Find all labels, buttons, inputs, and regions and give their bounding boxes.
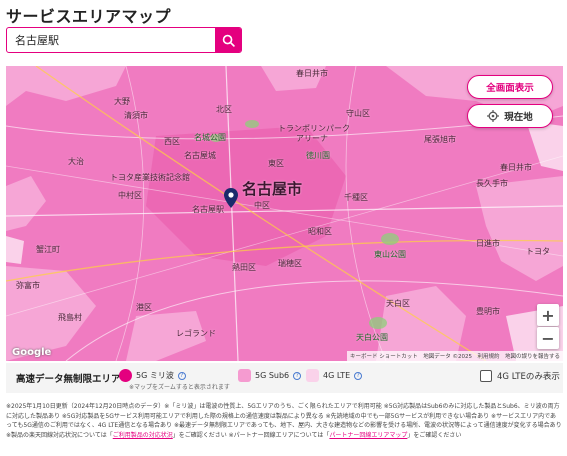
fullscreen-button[interactable]: 全画面表示 [467, 75, 553, 99]
google-logo: Google [12, 347, 52, 358]
search-input[interactable] [7, 28, 215, 52]
map-label-nagoya: 名古屋市 [242, 180, 303, 198]
map-label-yatomi: 弥富市 [16, 281, 40, 290]
map-label-kanie: 蟹江町 [36, 245, 60, 254]
location-pin-icon[interactable] [224, 188, 238, 208]
device-compatibility-link[interactable]: ご利用製品の対応状況 [113, 432, 173, 439]
map-label-nagoya-station: 名古屋駅 [192, 205, 224, 214]
map-label-moriyama: 守山区 [346, 109, 370, 118]
legend-label-5g-mmwave: 5G ミリ波 [136, 371, 174, 380]
map-label-tempaku: 天白区 [386, 299, 410, 308]
notes-text-3: 」をご確認ください [407, 431, 462, 439]
map-label-kasugai-city: 春日井市 [500, 163, 532, 172]
map-label-kita: 北区 [216, 105, 232, 114]
map-label-gyoza: アリーナ [296, 134, 328, 143]
map-label-kasugai: 春日井市 [296, 69, 328, 78]
partner-area-map-link[interactable]: パートナー回線エリアマップ [329, 432, 407, 439]
map-label-nisshin: 日進市 [476, 239, 500, 248]
crosshair-icon [487, 110, 500, 122]
map-label-meijo: 名城公園 [194, 133, 226, 142]
map-label-higashi: 東区 [268, 159, 284, 168]
map-label-naka: 中区 [254, 201, 270, 210]
current-location-label: 現在地 [504, 112, 533, 123]
notes-text-2: 」をご確認ください ※パートナー回線エリアについては「 [172, 431, 330, 439]
map-label-ono: 大野 [114, 97, 130, 106]
map-label-tobishima: 飛島村 [58, 313, 82, 322]
map-label-nakamura: 中村区 [118, 191, 142, 200]
legend-swatch-5g-sub6 [238, 369, 251, 382]
map-label-mizuho: 瑞穂区 [278, 259, 302, 268]
legend-item-5g-mmwave: 5G ミリ波 ? [119, 369, 186, 382]
help-icon[interactable]: ? [177, 371, 186, 380]
map-label-owariasahi: 尾張旭市 [424, 135, 456, 144]
map-label-showa: 昭和区 [308, 227, 332, 236]
map-label-toyota: トヨタ [526, 247, 550, 256]
fullscreen-label: 全画面表示 [486, 83, 534, 94]
legend-item-5g-sub6: 5G Sub6 ? [238, 369, 302, 382]
map-label-higashiyama: 東山公園 [374, 250, 406, 259]
search-icon [222, 34, 235, 47]
legend-swatch-5g-mmwave [119, 369, 132, 382]
map-label-tenpaku-park: 天白公園 [356, 333, 388, 342]
map-label-atsuta: 熱田区 [232, 263, 256, 272]
legend-swatch-4g-lte [306, 369, 319, 382]
search-box [6, 27, 242, 53]
legend-item-4g-lte: 4G LTE ? [306, 369, 363, 382]
legend-zoom-note: ※マップをズームすると表示されます [129, 384, 230, 391]
service-area-map[interactable]: 春日井市 大野 清須市 北区 守山区 トランポリンパーク アリーナ 西区 名城公… [6, 66, 563, 361]
map-label-kiyosu: 清須市 [124, 111, 148, 120]
map-label-ohashi: 大治 [68, 157, 84, 166]
help-icon[interactable]: ? [293, 371, 302, 380]
lte-only-toggle[interactable]: 4G LTEのみ表示 [480, 370, 560, 382]
map-label-chikusa: 千種区 [344, 193, 368, 202]
map-label-nishi: 西区 [164, 137, 180, 146]
zoom-in-button[interactable]: + [537, 304, 559, 326]
current-location-button[interactable]: 現在地 [467, 104, 553, 128]
legend-label-4g-lte: 4G LTE [323, 371, 351, 380]
legend-title: 高速データ無制限エリア [16, 374, 121, 385]
lte-only-label: 4G LTEのみ表示 [497, 372, 560, 382]
service-notes: ※2025年1月10日更新（2024年12月20日時点のデータ）※「ミリ波」は電… [6, 402, 562, 440]
page-title: サービスエリアマップ [6, 7, 172, 26]
map-label-nagakute: 長久手市 [476, 179, 508, 188]
help-icon[interactable]: ? [354, 371, 363, 380]
zoom-out-button[interactable]: − [537, 327, 559, 349]
map-label-toyota-museum: トヨタ産業技術記念館 [110, 173, 190, 182]
legend-label-5g-sub6: 5G Sub6 [255, 371, 290, 380]
map-label-minato: 港区 [136, 303, 152, 312]
map-label-nagoya-castle: 名古屋城 [184, 151, 216, 160]
lte-only-checkbox[interactable] [480, 370, 492, 382]
map-label-tokugawa: 徳川園 [306, 151, 330, 160]
coverage-legend: 高速データ無制限エリア 5G ミリ波 ? ※マップをズームすると表示されます 5… [6, 363, 563, 393]
map-label-legoland: レゴランド [176, 329, 216, 338]
map-label-toyoake: 豊明市 [476, 307, 500, 316]
search-button[interactable] [215, 28, 241, 52]
map-attribution[interactable]: キーボード ショートカット 地図データ ©2025 利用規約 地図の誤りを報告す… [347, 351, 563, 361]
